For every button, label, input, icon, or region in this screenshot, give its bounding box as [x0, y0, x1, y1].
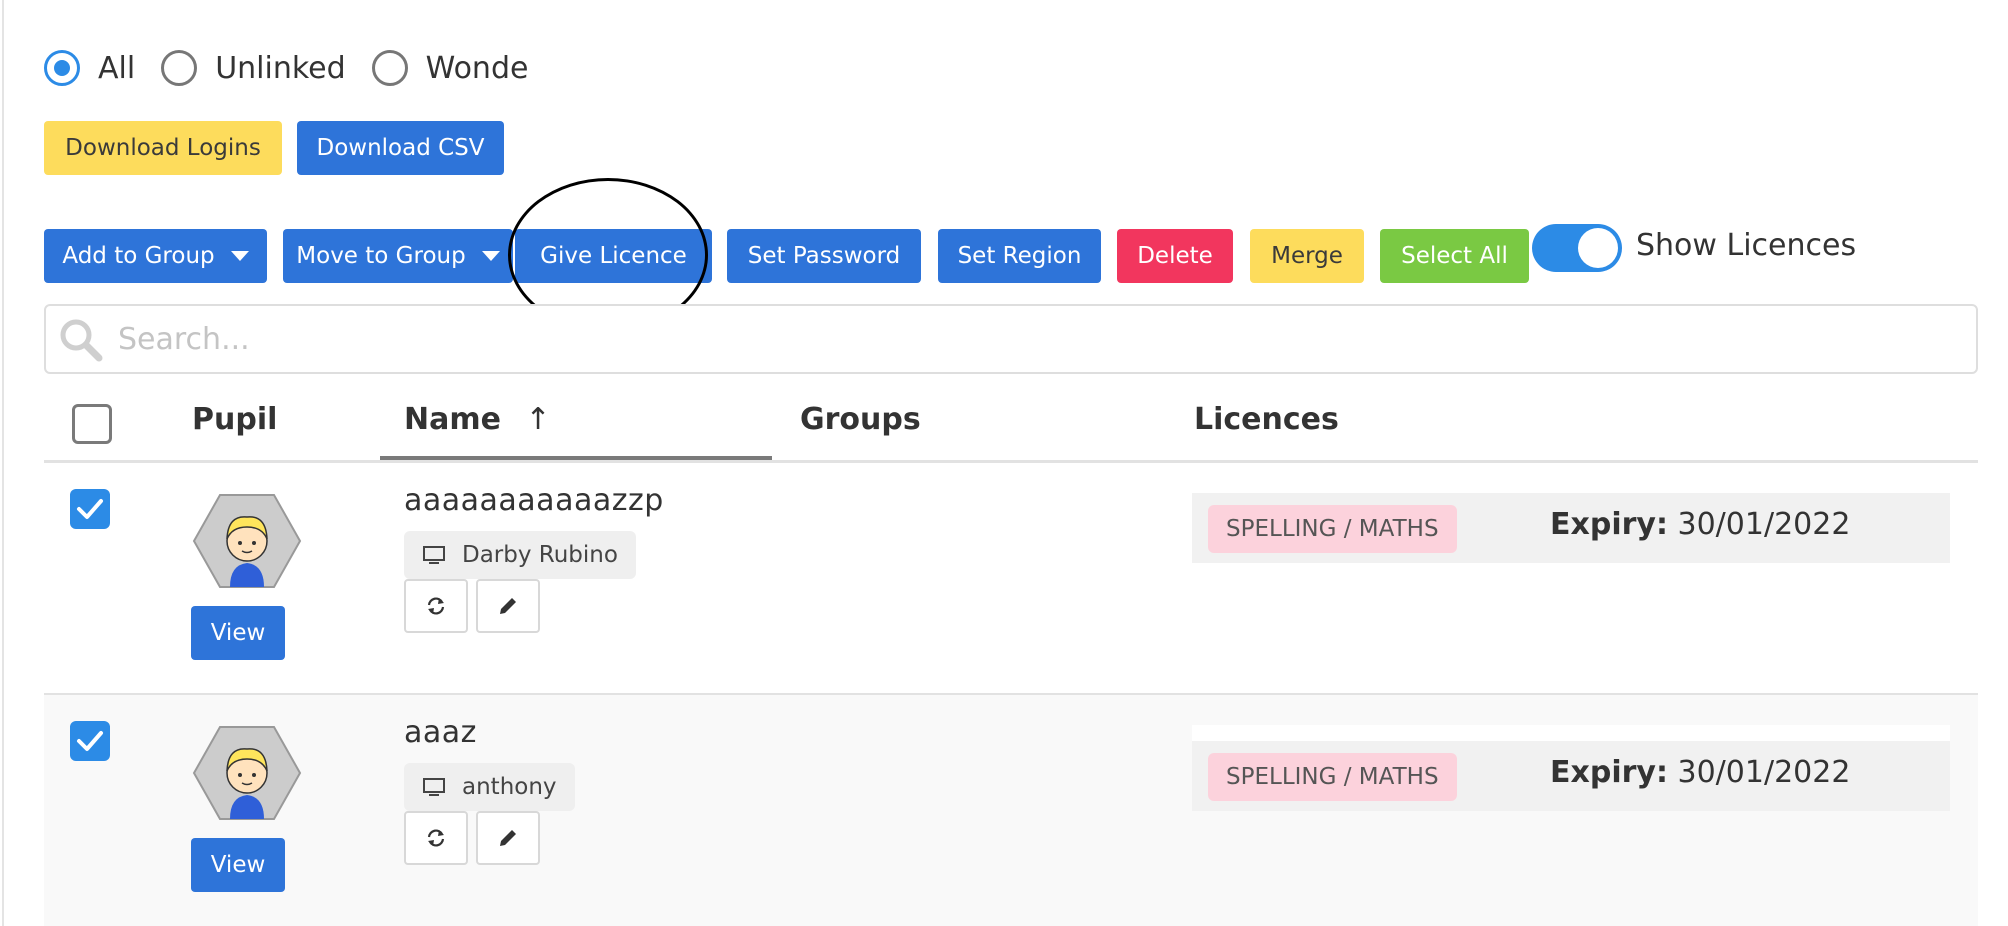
monitor-icon [423, 546, 445, 564]
table-row: View aaaaaaaaaaazzp Darby Rubino SPELLIN… [44, 463, 1978, 695]
licence-expiry: Expiry: 30/01/2022 [1550, 507, 1850, 542]
refresh-icon [427, 829, 445, 847]
radio-unchecked-icon [161, 50, 198, 86]
give-licence-button[interactable]: Give Licence [515, 229, 712, 283]
filter-wonde-radio[interactable]: Wonde [371, 50, 529, 86]
licence-badge: SPELLING / MATHS [1208, 505, 1457, 553]
sort-column-underline [380, 456, 772, 460]
select-all-button[interactable]: Select All [1380, 229, 1529, 283]
filter-unlinked-radio[interactable]: Unlinked [161, 50, 346, 86]
licence-badge: SPELLING / MATHS [1208, 753, 1457, 801]
chevron-down-icon [230, 251, 249, 261]
expiry-label: Expiry: [1550, 507, 1668, 542]
column-header-pupil: Pupil [192, 402, 278, 437]
licence-expiry: Expiry: 30/01/2022 [1550, 755, 1850, 790]
column-header-licences: Licences [1194, 402, 1339, 437]
add-to-group-button[interactable]: Add to Group [44, 229, 267, 283]
edit-button[interactable] [476, 811, 540, 865]
monitor-icon [423, 778, 445, 796]
licence-panel: SPELLING / MATHS Expiry: 30/01/2022 [1192, 725, 1950, 811]
checkmark-icon [77, 499, 103, 519]
page-left-border [2, 0, 4, 926]
download-logins-button[interactable]: Download Logins [44, 121, 282, 175]
reset-button[interactable] [404, 579, 468, 633]
filter-wonde-label: Wonde [425, 50, 529, 86]
move-to-group-button[interactable]: Move to Group [283, 229, 513, 283]
expiry-date: 30/01/2022 [1677, 755, 1851, 790]
show-licences-toggle[interactable] [1532, 224, 1622, 272]
teacher-name: Darby Rubino [462, 542, 618, 568]
set-password-button[interactable]: Set Password [727, 229, 921, 283]
reset-button[interactable] [404, 811, 468, 865]
pencil-icon [500, 830, 516, 846]
teacher-chip: Darby Rubino [404, 531, 636, 579]
filter-all-radio[interactable]: All [44, 50, 135, 86]
checkmark-icon [77, 731, 103, 751]
search-icon [60, 319, 103, 362]
pencil-icon [500, 598, 516, 614]
pupil-avatar [192, 494, 302, 588]
column-header-groups: Groups [800, 402, 921, 437]
download-csv-button[interactable]: Download CSV [297, 121, 504, 175]
edit-button[interactable] [476, 579, 540, 633]
toggle-knob [1578, 228, 1618, 268]
search-bar [44, 304, 1978, 374]
filter-unlinked-label: Unlinked [215, 50, 346, 86]
teacher-chip: anthony [404, 763, 575, 811]
row-checkbox[interactable] [70, 721, 110, 761]
add-to-group-label: Add to Group [62, 243, 215, 269]
pupil-avatar [192, 726, 302, 820]
column-header-name[interactable]: Name ↑ [404, 402, 551, 437]
sort-ascending-icon: ↑ [525, 402, 551, 437]
move-to-group-label: Move to Group [296, 243, 466, 269]
filter-all-label: All [98, 50, 136, 86]
pupil-name: aaaaaaaaaaazzp [404, 483, 664, 518]
table-header: Pupil Name ↑ Groups Licences [44, 390, 1978, 463]
refresh-icon [427, 597, 445, 615]
search-input[interactable] [116, 310, 1976, 368]
view-pupil-button[interactable]: View [191, 606, 285, 660]
select-all-checkbox[interactable] [72, 404, 112, 444]
expiry-label: Expiry: [1550, 755, 1668, 790]
filter-radio-group: All Unlinked Wonde [44, 46, 554, 90]
chevron-down-icon [481, 251, 500, 261]
delete-button[interactable]: Delete [1117, 229, 1233, 283]
radio-checked-icon [44, 50, 80, 86]
set-region-button[interactable]: Set Region [938, 229, 1101, 283]
column-header-name-label: Name [404, 402, 501, 437]
licence-panel: SPELLING / MATHS Expiry: 30/01/2022 [1192, 493, 1950, 563]
radio-unchecked-icon [371, 50, 408, 86]
teacher-name: anthony [462, 774, 557, 800]
view-pupil-button[interactable]: View [191, 838, 285, 892]
row-checkbox[interactable] [70, 489, 110, 529]
pupil-name: aaaz [404, 715, 477, 750]
expiry-date: 30/01/2022 [1677, 507, 1851, 542]
table-row: View aaaz anthony SPELLING / MATHS Expir… [44, 695, 1978, 926]
show-licences-label: Show Licences [1636, 228, 1857, 263]
merge-button[interactable]: Merge [1250, 229, 1364, 283]
